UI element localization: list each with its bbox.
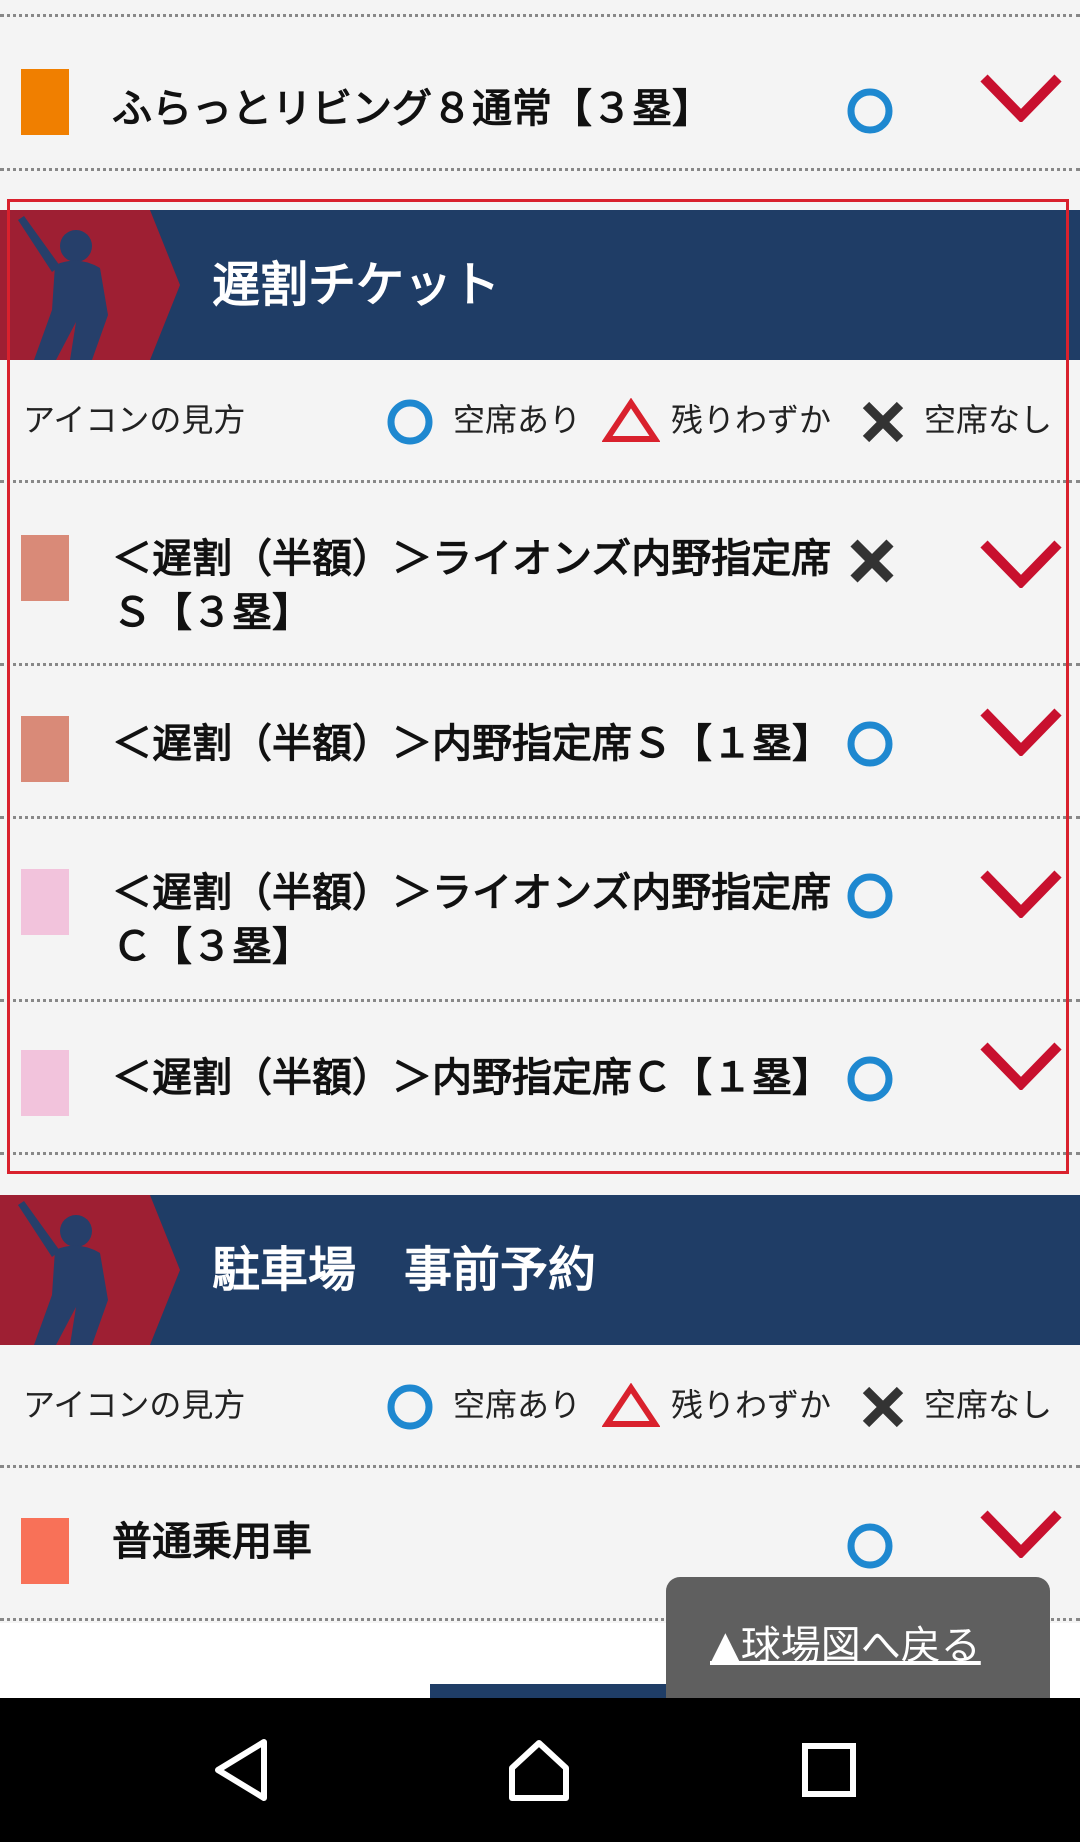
late-discount-section-header: 遅割チケット (0, 210, 1080, 360)
legend-title: アイコンの見方 (23, 401, 246, 439)
available-circle-icon (387, 399, 433, 445)
legend-available-label: 空席あり (453, 401, 582, 439)
seat-color-swatch (21, 869, 69, 935)
legend-few-left-label: 残りわずか (671, 1386, 832, 1424)
chevron-down-icon[interactable] (980, 706, 1062, 756)
icon-legend: アイコンの見方 空席あり 残りわずか 空席なし (0, 1345, 1080, 1468)
ticket-name-line1: ＜遅割（半額）＞ライオンズ内野指定席 (112, 536, 832, 582)
few-left-triangle-icon (602, 398, 660, 442)
sold-out-cross-icon (862, 1386, 904, 1428)
ticket-name: ＜遅割（半額）＞内野指定席Ｓ【１塁】 (112, 721, 832, 767)
legend-few-left-label: 残りわずか (671, 401, 832, 439)
seat-color-swatch (21, 1518, 69, 1584)
ticket-name-line2: Ｓ【３塁】 (112, 590, 312, 636)
ticket-name: ふらっとリビング８通常【３塁】 (112, 86, 712, 132)
available-circle-icon (847, 88, 893, 134)
seat-color-swatch (21, 716, 69, 782)
ticket-name-line2: Ｃ【３塁】 (112, 924, 312, 970)
available-circle-icon (847, 1056, 893, 1102)
batter-badge-icon (0, 1195, 180, 1345)
ticket-row-flat-living[interactable]: ふらっとリビング８通常【３塁】 (0, 14, 1080, 171)
legend-sold-out-label: 空席なし (924, 401, 1053, 439)
seat-color-swatch (21, 69, 69, 135)
chevron-down-icon[interactable] (980, 1040, 1062, 1090)
chevron-down-icon[interactable] (980, 1508, 1062, 1558)
ticket-row[interactable]: ＜遅割（半額）＞ライオンズ内野指定席 Ｃ【３塁】 (0, 819, 1080, 1002)
few-left-triangle-icon (602, 1383, 660, 1427)
back-to-stadium-map-link[interactable]: ▲球場図へ戻る (710, 1613, 981, 1671)
available-circle-icon (847, 873, 893, 919)
ticket-name: ＜遅割（半額）＞内野指定席Ｃ【１塁】 (112, 1055, 832, 1101)
sold-out-cross-icon (850, 539, 894, 583)
ticket-row[interactable]: ＜遅割（半額）＞内野指定席Ｃ【１塁】 (0, 1002, 1080, 1155)
section-title: 駐車場 事前予約 (212, 1242, 597, 1298)
home-icon[interactable] (503, 1734, 575, 1806)
sold-out-cross-icon (862, 401, 904, 443)
batter-badge-icon (0, 210, 180, 360)
chevron-down-icon[interactable] (980, 538, 1062, 588)
available-circle-icon (847, 1523, 893, 1569)
recents-icon[interactable] (793, 1734, 865, 1806)
legend-sold-out-label: 空席なし (924, 1386, 1053, 1424)
parking-section-header: 駐車場 事前予約 (0, 1195, 1080, 1345)
ticket-row[interactable]: ＜遅割（半額）＞内野指定席Ｓ【１塁】 (0, 666, 1080, 819)
parking-name: 普通乗用車 (112, 1519, 312, 1565)
ticket-name-line1: ＜遅割（半額）＞ライオンズ内野指定席 (112, 870, 832, 916)
legend-available-label: 空席あり (453, 1386, 582, 1424)
system-navigation-bar (0, 1698, 1080, 1842)
available-circle-icon (847, 721, 893, 767)
seat-color-swatch (21, 1050, 69, 1116)
chevron-down-icon[interactable] (980, 72, 1062, 122)
icon-legend: アイコンの見方 空席あり 残りわずか 空席なし (0, 360, 1080, 483)
available-circle-icon (387, 1384, 433, 1430)
back-icon[interactable] (206, 1734, 278, 1806)
chevron-down-icon[interactable] (980, 868, 1062, 918)
section-title: 遅割チケット (212, 257, 501, 313)
ticket-row[interactable]: ＜遅割（半額）＞ライオンズ内野指定席 Ｓ【３塁】 (0, 483, 1080, 666)
seat-color-swatch (21, 535, 69, 601)
legend-title: アイコンの見方 (23, 1386, 246, 1424)
